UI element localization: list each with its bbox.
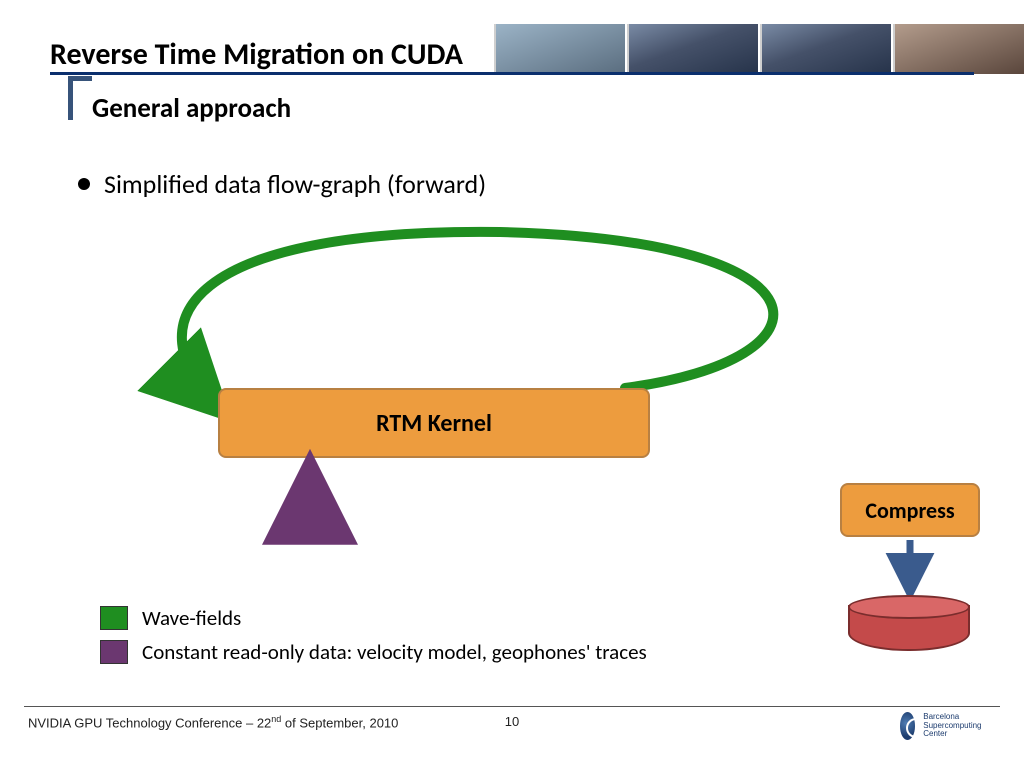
legend-swatch-wavefields	[100, 606, 128, 630]
slide-title: Reverse Time Migration on CUDA	[50, 36, 463, 73]
legend-label: Wave-fields	[142, 605, 241, 631]
legend-label: Constant read-only data: velocity model,…	[142, 639, 647, 665]
bsc-logo-text: Barcelona Supercomputing Center	[923, 713, 990, 739]
compress-node: Compress	[840, 483, 980, 537]
storage-cylinder-icon	[848, 595, 970, 661]
legend-item: Wave-fields	[100, 605, 647, 631]
bullet-text: Simplified data flow-graph (forward)	[104, 168, 486, 200]
bsc-logo-icon	[900, 712, 915, 740]
legend-swatch-constant-data	[100, 640, 128, 664]
title-bar: Reverse Time Migration on CUDA	[0, 24, 1024, 76]
flow-diagram: RTM Kernel Compress	[70, 210, 980, 630]
slide-subtitle: General approach	[92, 92, 291, 125]
compress-label: Compress	[865, 497, 954, 524]
rtm-kernel-label: RTM Kernel	[376, 409, 492, 438]
title-underline	[50, 72, 974, 75]
banner-photo-strip	[494, 24, 1024, 74]
banner-photo	[627, 24, 758, 74]
rtm-kernel-node: RTM Kernel	[218, 388, 650, 458]
subtitle-bracket-icon	[68, 76, 92, 120]
footer-rule	[24, 706, 1000, 707]
legend-item: Constant read-only data: velocity model,…	[100, 639, 647, 665]
bullet-dot-icon	[78, 178, 90, 190]
banner-photo	[494, 24, 625, 74]
banner-photo	[893, 24, 1024, 74]
legend: Wave-fields Constant read-only data: vel…	[100, 605, 647, 673]
page-number: 10	[0, 714, 1024, 729]
banner-photo	[760, 24, 891, 74]
footer-logo: Barcelona Supercomputing Center	[900, 710, 990, 742]
bullet-item: Simplified data flow-graph (forward)	[78, 168, 486, 200]
